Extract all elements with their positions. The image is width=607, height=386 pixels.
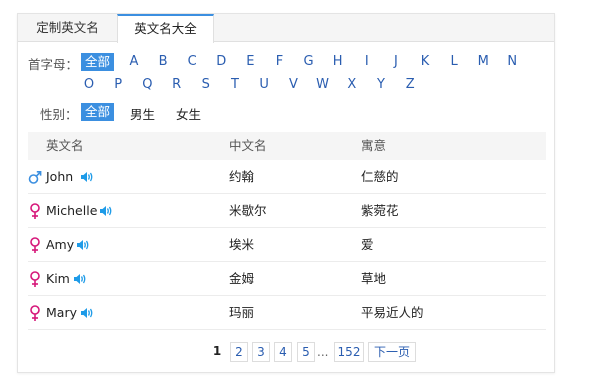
page-3-link[interactable]: 3 — [252, 342, 270, 362]
letter-filter-b[interactable]: B — [156, 54, 170, 69]
chinese-name: 金姆 — [229, 271, 255, 286]
letter-filter-o[interactable]: O — [82, 77, 96, 92]
table-row: Mary 玛丽 平易近人的 — [28, 296, 546, 330]
chinese-name: 约翰 — [229, 169, 255, 184]
english-name: Michelle — [46, 203, 98, 218]
name-meaning: 草地 — [361, 271, 387, 286]
name-meaning: 爱 — [361, 237, 374, 252]
table-row: Kim 金姆 草地 — [28, 262, 546, 296]
letter-filter-v[interactable]: V — [286, 77, 300, 92]
gender-filter-label: 性别： — [40, 107, 78, 122]
letter-filter-a[interactable]: A — [127, 54, 141, 69]
table-header: 英文名 中文名 寓意 — [28, 132, 546, 160]
initial-all-button[interactable]: 全部 — [81, 53, 115, 71]
page-last-link[interactable]: 152 — [334, 342, 364, 362]
letter-filter-x[interactable]: X — [345, 77, 359, 92]
gender-all-button[interactable]: 全部 — [81, 103, 115, 121]
letter-filter-d[interactable]: D — [214, 54, 228, 69]
pagination-ellipsis: ... — [317, 345, 329, 359]
name-meaning: 平易近人的 — [361, 305, 424, 320]
table-row: Amy 埃米 爱 — [28, 228, 546, 262]
pronunciation-speaker-icon[interactable] — [80, 171, 94, 183]
page-4-link[interactable]: 4 — [274, 342, 292, 362]
page-current: 1 — [210, 342, 224, 362]
letter-filter-c[interactable]: C — [185, 54, 199, 69]
letter-filter-h[interactable]: H — [331, 54, 345, 69]
letter-filter-u[interactable]: U — [257, 77, 271, 92]
letter-filter-q[interactable]: Q — [140, 77, 154, 92]
letter-filter-y[interactable]: Y — [374, 77, 388, 92]
female-symbol-icon — [28, 270, 42, 288]
letter-filter-k[interactable]: K — [418, 54, 432, 69]
pronunciation-speaker-icon[interactable] — [76, 239, 90, 251]
page-2-link[interactable]: 2 — [230, 342, 248, 362]
chinese-name: 埃米 — [229, 237, 255, 252]
letter-filter-i[interactable]: I — [360, 54, 374, 69]
letter-filter-w[interactable]: W — [316, 77, 330, 92]
letter-filter-l[interactable]: L — [447, 54, 461, 69]
letter-filter-p[interactable]: P — [111, 77, 125, 92]
table-row: Michelle 米歇尔 紫菀花 — [28, 194, 546, 228]
english-name: Mary — [46, 305, 77, 320]
tab-custom-english-name[interactable]: 定制英文名 — [18, 14, 117, 42]
letter-filter-z[interactable]: Z — [403, 77, 417, 92]
letter-filter-g[interactable]: G — [302, 54, 316, 69]
name-meaning: 仁慈的 — [361, 169, 399, 184]
letter-filter-m[interactable]: M — [476, 54, 490, 69]
letter-filter-r[interactable]: R — [170, 77, 184, 92]
initial-filter-label: 首字母： — [28, 57, 79, 72]
pronunciation-speaker-icon[interactable] — [73, 273, 87, 285]
page-5-link[interactable]: 5 — [297, 342, 315, 362]
male-symbol-icon — [28, 168, 42, 186]
letter-filter-s[interactable]: S — [199, 77, 213, 92]
letter-filter-n[interactable]: N — [505, 54, 519, 69]
letter-filter-e[interactable]: E — [243, 54, 257, 69]
female-symbol-icon — [28, 202, 42, 220]
english-name: Amy — [46, 237, 75, 252]
tab-bar: 定制英文名 英文名大全 — [18, 14, 554, 43]
chinese-name: 玛丽 — [229, 305, 255, 320]
letter-filter-f[interactable]: F — [273, 54, 287, 69]
name-meaning: 紫菀花 — [361, 203, 399, 218]
female-symbol-icon — [28, 304, 42, 322]
header-chinese-name: 中文名 — [229, 138, 267, 153]
english-names-panel: 定制英文名 英文名大全 首字母： 全部 ABCDE FGHIJKLMN OPQ RS… — [17, 13, 555, 373]
header-english-name: 英文名 — [46, 138, 84, 153]
letter-filter-j[interactable]: J — [389, 54, 403, 69]
table-row: John 约翰 仁慈的 — [28, 160, 546, 194]
english-name: John — [46, 169, 74, 184]
next-page-button[interactable]: 下一页 — [368, 342, 416, 362]
gender-female-option[interactable]: 女生 — [176, 104, 201, 123]
english-name: Kim — [46, 271, 70, 286]
pronunciation-speaker-icon[interactable] — [80, 307, 94, 319]
header-meaning: 寓意 — [361, 138, 387, 153]
tab-english-name-directory[interactable]: 英文名大全 — [117, 14, 214, 43]
letter-filter-t[interactable]: T — [228, 77, 242, 92]
chinese-name: 米歇尔 — [229, 203, 267, 218]
gender-male-option[interactable]: 男生 — [130, 104, 155, 123]
pronunciation-speaker-icon[interactable] — [99, 205, 113, 217]
female-symbol-icon — [28, 236, 42, 254]
